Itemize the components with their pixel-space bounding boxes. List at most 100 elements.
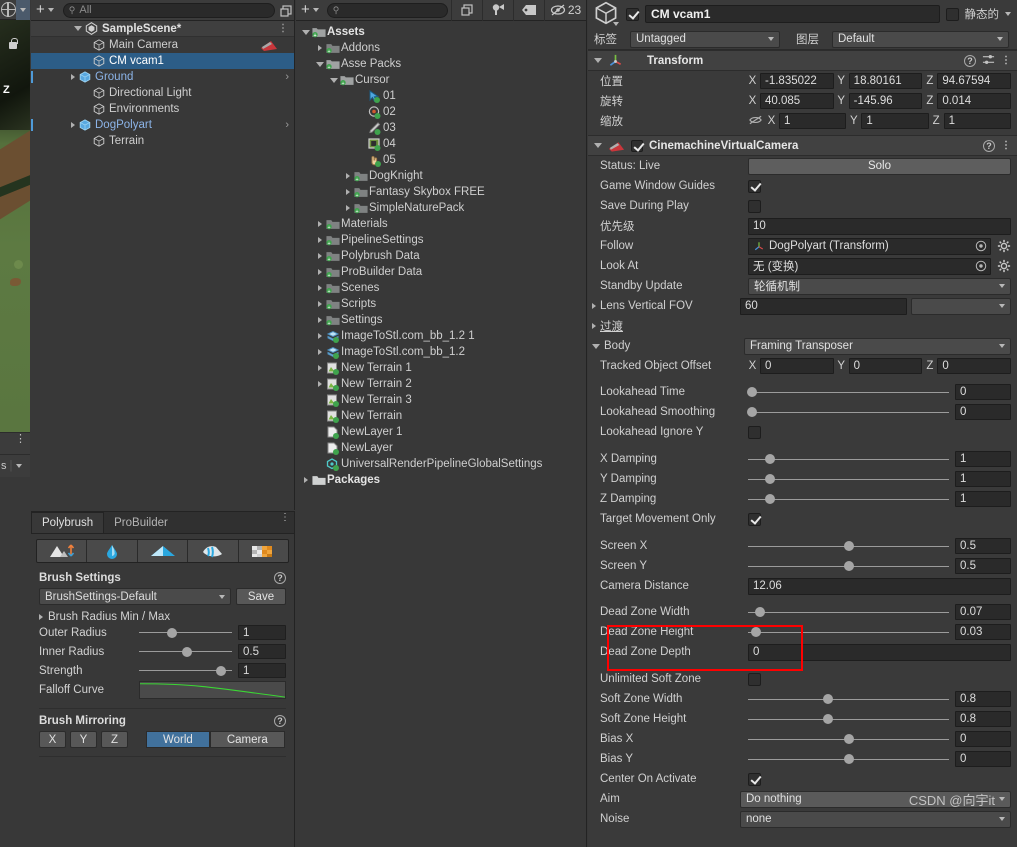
constrain-proportions-icon[interactable] <box>748 114 764 129</box>
hierarchy-item-ground[interactable]: Ground › <box>31 69 294 85</box>
lookahead-ignore-y-row[interactable]: Lookahead Ignore Y <box>588 422 1017 442</box>
position-x-input[interactable]: -1.835022 <box>760 73 834 89</box>
mirror-space-world-button[interactable]: World <box>146 731 210 748</box>
center-on-activate-row[interactable]: Center On Activate <box>588 769 1017 789</box>
collapse-arrow-icon[interactable] <box>314 61 326 67</box>
project-item-newlayer[interactable]: NewLayer <box>296 440 586 456</box>
aim-row[interactable]: Aim Do nothing CSDN @向宇it <box>588 789 1017 809</box>
dead-zone-depth-input[interactable]: 0 <box>748 643 1011 661</box>
softzone-slider-list[interactable]: Soft Zone Width 0.8 Soft Zone Height 0.8 B… <box>588 689 1017 769</box>
hierarchy-scene-kebab-icon[interactable]: ⋮ <box>278 23 288 33</box>
polybrush-panel[interactable]: Polybrush ProBuilder ⋮ Brush Settings ? … <box>31 511 295 847</box>
sculpt-icon[interactable] <box>37 540 88 562</box>
chevron-right-icon[interactable]: › <box>285 71 289 83</box>
expand-arrow-icon[interactable] <box>314 221 326 227</box>
vcam-component-header[interactable]: CinemachineVirtualCamera ? ⋮ <box>588 135 1017 156</box>
component-kebab-icon[interactable]: ⋮ <box>1001 55 1011 65</box>
scene-view-footer[interactable]: ⋮ <box>0 432 30 454</box>
slider-value-input[interactable]: 0.8 <box>955 691 1011 707</box>
slider-knob[interactable] <box>843 561 854 571</box>
project-item-newlayer-1[interactable]: NewLayer 1 <box>296 424 586 440</box>
project-item-probuilder-data[interactable]: + ProBuilder Data <box>296 264 586 280</box>
follow-object-field[interactable]: DogPolyart (Transform) <box>748 237 991 255</box>
polybrush-kebab-icon[interactable]: ⋮ <box>280 513 290 523</box>
mirror-axis-z-button[interactable]: Z <box>101 731 128 748</box>
project-panel[interactable]: + ⚲ 23 + Assets + Addons + Asse Packs + … <box>296 0 587 847</box>
expand-arrow-icon[interactable] <box>314 45 326 51</box>
smooth-icon[interactable] <box>87 540 138 562</box>
layer-dropdown[interactable]: Default <box>832 30 1009 48</box>
save-during-play-checkbox[interactable] <box>748 199 761 213</box>
polybrush-mode-toolbar[interactable] <box>36 539 289 563</box>
project-item-04[interactable]: 04 <box>296 136 586 152</box>
hierarchy-scene-row[interactable]: SampleScene* ⋮ <box>31 21 294 37</box>
slider-value-input[interactable]: 0 <box>955 404 1011 420</box>
slider-x-damping[interactable]: X Damping 1 <box>588 449 1017 469</box>
slider-track[interactable] <box>747 406 949 418</box>
slider-value-input[interactable]: 0.8 <box>955 711 1011 727</box>
follow-row[interactable]: Follow DogPolyart (Transform) <box>588 236 1017 256</box>
object-picker-icon[interactable] <box>973 260 989 273</box>
target-movement-only-row[interactable]: Target Movement Only <box>588 509 1017 529</box>
collapse-arrow-icon[interactable] <box>300 29 312 35</box>
slider-track[interactable] <box>748 693 949 705</box>
hierarchy-item-cm-vcam1[interactable]: CM vcam1 <box>31 53 294 69</box>
tracked-offset-x-input[interactable]: 0 <box>760 358 834 374</box>
camera-distance-row[interactable]: Camera Distance 12.06 <box>588 576 1017 596</box>
slider-track[interactable] <box>748 606 949 618</box>
slider-dead-zone-height[interactable]: Dead Zone Height 0.03 <box>588 622 1017 642</box>
brush-slider-inner-radius[interactable]: Inner Radius 0.5 <box>39 642 286 661</box>
slider-track[interactable] <box>748 626 949 638</box>
project-toolbar[interactable]: + ⚲ 23 <box>296 0 586 21</box>
hierarchy-panel[interactable]: + ⚲ All SampleScene* ⋮ Main Camera CM vc <box>31 0 295 510</box>
noise-row[interactable]: Noise none <box>588 809 1017 829</box>
project-item-pipelinesettings[interactable]: + PipelineSettings <box>296 232 586 248</box>
standby-update-dropdown[interactable]: 轮循机制 <box>748 277 1011 295</box>
tag-icon[interactable] <box>513 0 544 21</box>
slider-bias-x[interactable]: Bias X 0 <box>588 729 1017 749</box>
slider-value-input[interactable]: 0.5 <box>955 558 1011 574</box>
chevron-down-icon[interactable] <box>592 343 600 349</box>
slider-track[interactable] <box>747 386 949 398</box>
project-item-new-terrain[interactable]: New Terrain <box>296 408 586 424</box>
slider-knob[interactable] <box>747 407 758 417</box>
slider-knob[interactable] <box>843 541 854 551</box>
slider-knob[interactable] <box>215 665 226 676</box>
slider-value-input[interactable]: 1 <box>238 663 286 678</box>
project-item-asse-packs[interactable]: + Asse Packs <box>296 56 586 72</box>
project-item-materials[interactable]: + Materials <box>296 216 586 232</box>
preset-icon[interactable] <box>982 53 995 69</box>
slider-track[interactable] <box>748 540 949 552</box>
scene-viewport[interactable]: Z <box>0 20 30 432</box>
tab-polybrush[interactable]: Polybrush <box>31 512 105 533</box>
brush-slider-list[interactable]: Outer Radius 1 Inner Radius 0.5 Strength 1 <box>39 623 286 680</box>
gear-icon[interactable] <box>997 259 1011 273</box>
expand-arrow-icon[interactable] <box>314 285 326 291</box>
screen-slider-list[interactable]: Screen X 0.5 Screen Y 0.5 <box>588 536 1017 576</box>
slider-knob[interactable] <box>751 627 762 637</box>
project-item-simplenaturepack[interactable]: + SimpleNaturePack <box>296 200 586 216</box>
expand-arrow-icon[interactable] <box>342 205 354 211</box>
slider-z-damping[interactable]: Z Damping 1 <box>588 489 1017 509</box>
static-dropdown-icon[interactable] <box>1005 12 1011 16</box>
chevron-down-icon[interactable] <box>594 143 602 148</box>
transform-position-row[interactable]: 位置 X -1.835022 Y 18.80161 Z 94.67594 <box>588 71 1017 91</box>
rotation-z-input[interactable]: 0.014 <box>937 93 1012 109</box>
slider-track[interactable] <box>139 646 232 658</box>
lookahead-slider-list[interactable]: Lookahead Time 0 Lookahead Smoothing 0 <box>588 382 1017 422</box>
hierarchy-expand-icon[interactable] <box>279 3 294 18</box>
slider-value-input[interactable]: 0 <box>955 731 1011 747</box>
center-on-activate-checkbox[interactable] <box>748 772 761 786</box>
project-item-cursor[interactable]: + Cursor <box>296 72 586 88</box>
slider-dead-zone-width[interactable]: Dead Zone Width 0.07 <box>588 602 1017 622</box>
project-item-settings[interactable]: + Settings <box>296 312 586 328</box>
scene-view-status-bar[interactable]: s | <box>0 454 30 477</box>
scene-footer-kebab-icon[interactable]: ⋮ <box>15 434 26 445</box>
static-checkbox[interactable] <box>945 7 959 21</box>
look-at-object-field[interactable]: 无 (变换) <box>748 257 991 275</box>
project-item-scripts[interactable]: + Scripts <box>296 296 586 312</box>
lookahead-ignore-y-checkbox[interactable] <box>748 425 761 439</box>
position-z-input[interactable]: 94.67594 <box>937 73 1012 89</box>
hierarchy-tree[interactable]: Main Camera CM vcam1 Ground › Directional… <box>31 37 294 149</box>
object-picker-icon[interactable] <box>973 240 989 253</box>
